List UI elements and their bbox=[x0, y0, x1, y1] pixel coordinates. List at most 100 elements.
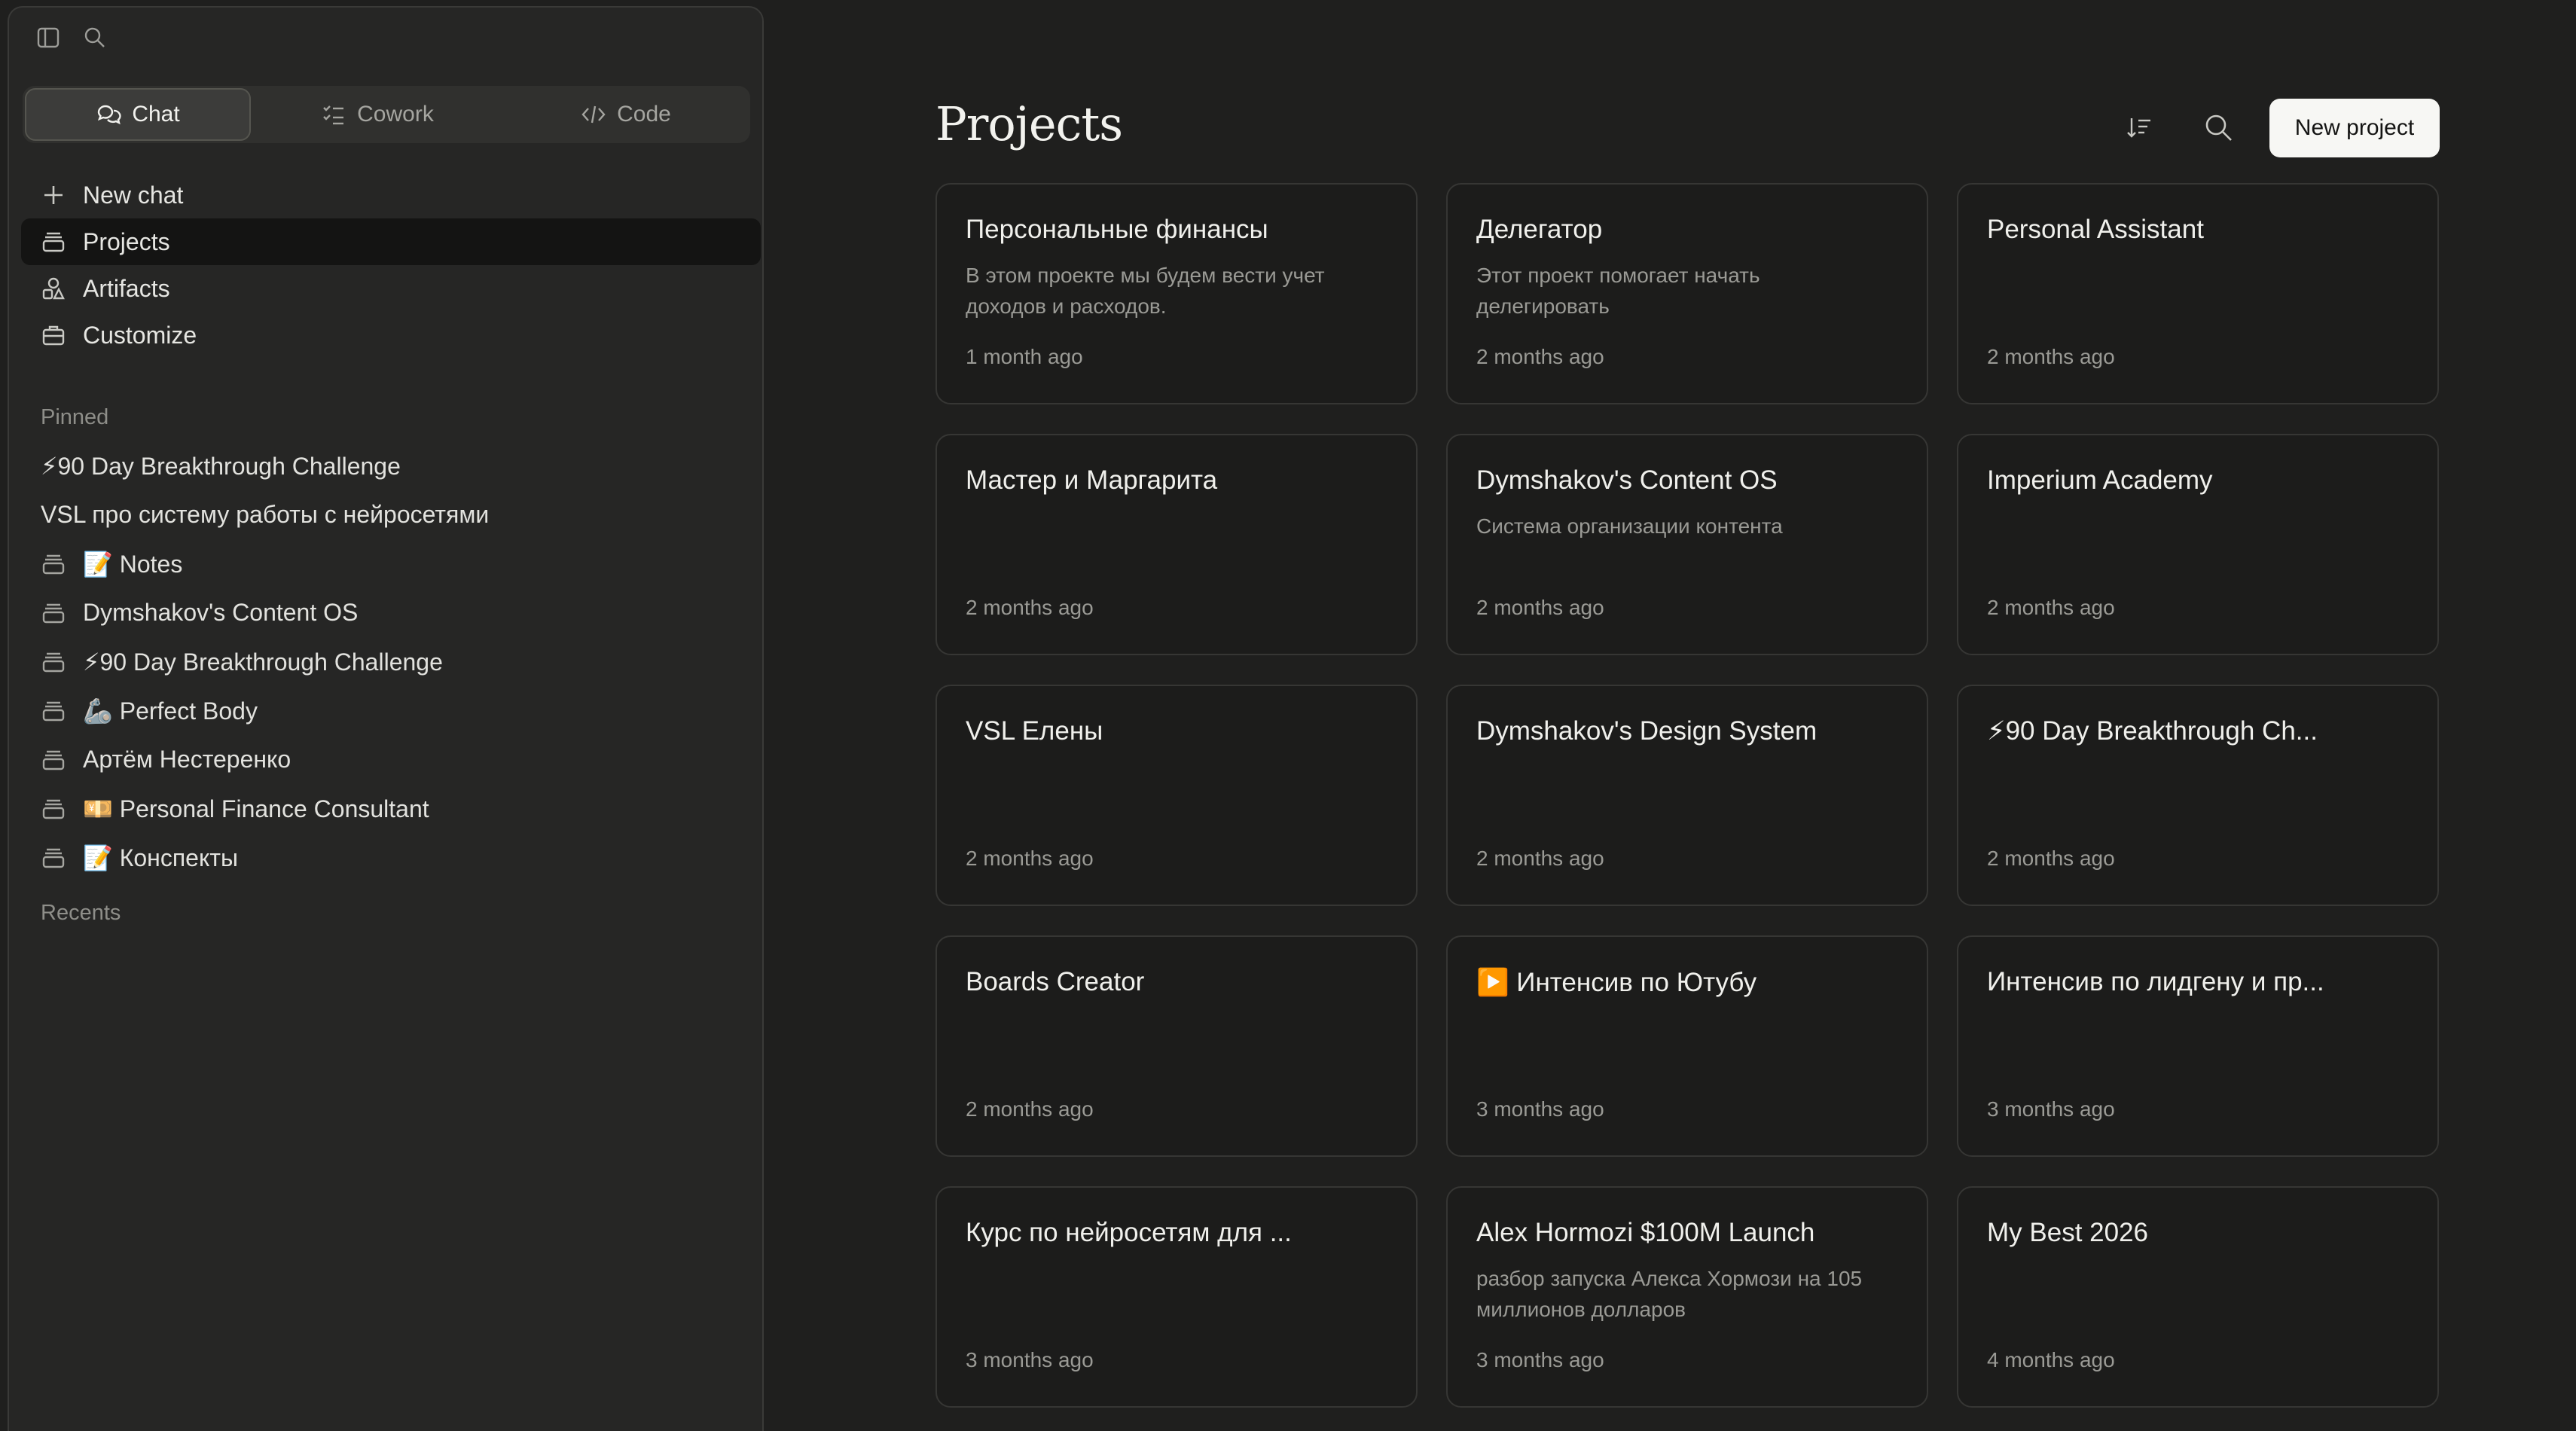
project-card[interactable]: Персональные финансы В этом проекте мы б… bbox=[935, 183, 1418, 404]
search-icon bbox=[2202, 111, 2234, 143]
pinned-item[interactable]: ⚡90 Day Breakthrough Challenge bbox=[41, 441, 749, 490]
sidebar-toggle-icon[interactable] bbox=[33, 23, 63, 53]
project-card[interactable]: VSL Елены 2 months ago bbox=[935, 685, 1418, 906]
project-title: Imperium Academy bbox=[1987, 465, 2213, 495]
pinned-project[interactable]: Dymshakov's Content OS bbox=[41, 588, 749, 637]
project-card[interactable]: Мастер и Маргарита 2 months ago bbox=[935, 434, 1418, 655]
project-card[interactable]: Делегатор Этот проект помогает начать де… bbox=[1446, 183, 1928, 404]
sort-button[interactable] bbox=[2117, 105, 2161, 149]
project-card[interactable]: Dymshakov's Design System 2 months ago bbox=[1446, 685, 1928, 906]
pinned-item-label: 🦾 Perfect Body bbox=[83, 697, 258, 725]
project-search-button[interactable] bbox=[2196, 105, 2240, 149]
projects-grid: Персональные финансы В этом проекте мы б… bbox=[935, 183, 2439, 1408]
pinned-item-label: Артём Нестеренко bbox=[83, 746, 291, 773]
project-description: разбор запуска Алекса Хормози на 105 мил… bbox=[1476, 1267, 1863, 1321]
project-updated: 2 months ago bbox=[1987, 596, 2115, 619]
sidebar: Chat Cowork Code New chat Projects Artif… bbox=[8, 6, 764, 1431]
pinned-project[interactable]: 💴 Personal Finance Consultant bbox=[41, 784, 749, 833]
project-title: ▶️ Интенсив по Ютубу bbox=[1476, 968, 1757, 997]
project-title: Dymshakov's Content OS bbox=[1476, 465, 1778, 495]
search-icon[interactable] bbox=[80, 23, 110, 53]
mode-switch: Chat Cowork Code bbox=[23, 86, 750, 143]
pinned-item-label: Dymshakov's Content OS bbox=[83, 599, 359, 626]
pinned-list: ⚡90 Day Breakthrough Challenge VSL про с… bbox=[41, 441, 749, 882]
project-updated: 2 months ago bbox=[966, 847, 1094, 870]
project-title: Boards Creator bbox=[966, 967, 1145, 996]
pinned-section-label: Pinned bbox=[41, 405, 109, 429]
folder-stack-icon bbox=[41, 229, 66, 255]
project-title: Делегатор bbox=[1476, 215, 1603, 244]
pinned-item-label: 📝 Notes bbox=[83, 550, 183, 578]
sidebar-item-customize[interactable]: Customize bbox=[21, 312, 762, 359]
pinned-item-label: VSL про систему работы с нейросетями bbox=[41, 501, 490, 528]
project-card[interactable]: Alex Hormozi $100M Launch разбор запуска… bbox=[1446, 1186, 1928, 1408]
chat-bubbles-icon bbox=[96, 102, 121, 127]
code-brackets-icon bbox=[581, 102, 606, 127]
project-title: ⚡90 Day Breakthrough Ch... bbox=[1987, 716, 2318, 746]
pinned-project[interactable]: 🦾 Perfect Body bbox=[41, 686, 749, 735]
folder-stack-icon bbox=[41, 600, 66, 626]
sidebar-item-projects[interactable]: Projects bbox=[21, 218, 761, 265]
project-updated: 3 months ago bbox=[966, 1348, 1094, 1372]
tab-chat-label: Chat bbox=[132, 102, 180, 127]
project-description: В этом проекте мы будем вести учет доход… bbox=[966, 264, 1325, 318]
new-project-button[interactable]: New project bbox=[2269, 99, 2440, 157]
project-updated: 2 months ago bbox=[1987, 847, 2115, 870]
project-updated: 2 months ago bbox=[1476, 345, 1604, 368]
pinned-item-label: ⚡90 Day Breakthrough Challenge bbox=[41, 452, 401, 480]
briefcase-icon bbox=[41, 322, 66, 348]
folder-stack-icon bbox=[41, 698, 66, 724]
project-updated: 1 month ago bbox=[966, 345, 1083, 368]
project-card[interactable]: Dymshakov's Content OS Система организац… bbox=[1446, 434, 1928, 655]
sidebar-top-icons bbox=[33, 23, 110, 53]
project-card[interactable]: Курс по нейросетям для ... 3 months ago bbox=[935, 1186, 1418, 1408]
sidebar-item-label: New chat bbox=[83, 181, 184, 209]
project-card[interactable]: My Best 2026 4 months ago bbox=[1957, 1186, 2439, 1408]
pinned-item[interactable]: VSL про систему работы с нейросетями bbox=[41, 490, 749, 539]
sidebar-nav: New chat Projects Artifacts Customize bbox=[21, 172, 762, 359]
pinned-item-label: ⚡90 Day Breakthrough Challenge bbox=[83, 648, 443, 676]
project-card[interactable]: ▶️ Интенсив по Ютубу 3 months ago bbox=[1446, 935, 1928, 1157]
sidebar-item-label: Artifacts bbox=[83, 274, 170, 302]
project-title: My Best 2026 bbox=[1987, 1218, 2148, 1247]
folder-stack-icon bbox=[41, 747, 66, 773]
pinned-item-label: 💴 Personal Finance Consultant bbox=[83, 795, 429, 822]
checklist-icon bbox=[321, 102, 346, 127]
project-card[interactable]: ⚡90 Day Breakthrough Ch... 2 months ago bbox=[1957, 685, 2439, 906]
project-updated: 3 months ago bbox=[1987, 1097, 2115, 1121]
folder-stack-icon bbox=[41, 649, 66, 675]
tab-chat[interactable]: Chat bbox=[25, 88, 251, 141]
project-card[interactable]: Boards Creator 2 months ago bbox=[935, 935, 1418, 1157]
sidebar-item-label: Customize bbox=[83, 321, 197, 349]
project-title: Alex Hormozi $100M Launch bbox=[1476, 1218, 1815, 1247]
project-title: Personal Assistant bbox=[1987, 215, 2204, 244]
project-description: Система организации контента bbox=[1476, 514, 1783, 538]
recents-section-label: Recents bbox=[41, 901, 121, 925]
project-card[interactable]: Imperium Academy 2 months ago bbox=[1957, 434, 2439, 655]
project-title: Курс по нейросетям для ... bbox=[966, 1218, 1292, 1247]
pinned-project[interactable]: ⚡90 Day Breakthrough Challenge bbox=[41, 637, 749, 686]
project-title: VSL Елены bbox=[966, 716, 1103, 746]
project-updated: 2 months ago bbox=[1476, 847, 1604, 870]
page-title: Projects bbox=[935, 96, 1123, 151]
tab-code-label: Code bbox=[617, 102, 671, 127]
folder-stack-icon bbox=[41, 845, 66, 871]
project-card[interactable]: Personal Assistant 2 months ago bbox=[1957, 183, 2439, 404]
tab-cowork[interactable]: Cowork bbox=[253, 86, 502, 143]
plus-icon bbox=[41, 182, 66, 208]
pinned-project[interactable]: 📝 Конспекты bbox=[41, 833, 749, 882]
project-updated: 3 months ago bbox=[1476, 1097, 1604, 1121]
project-title: Персональные финансы bbox=[966, 215, 1268, 244]
pinned-project[interactable]: Артём Нестеренко bbox=[41, 735, 749, 784]
pinned-item-label: 📝 Конспекты bbox=[83, 844, 238, 871]
project-updated: 3 months ago bbox=[1476, 1348, 1604, 1372]
sidebar-item-new-chat[interactable]: New chat bbox=[21, 172, 762, 218]
folder-stack-icon bbox=[41, 551, 66, 577]
tab-code[interactable]: Code bbox=[502, 86, 750, 143]
pinned-project[interactable]: 📝 Notes bbox=[41, 539, 749, 588]
project-updated: 2 months ago bbox=[1476, 596, 1604, 619]
sort-icon bbox=[2126, 114, 2153, 141]
project-card[interactable]: Интенсив по лидгену и пр... 3 months ago bbox=[1957, 935, 2439, 1157]
sidebar-item-artifacts[interactable]: Artifacts bbox=[21, 265, 762, 312]
project-updated: 4 months ago bbox=[1987, 1348, 2115, 1372]
